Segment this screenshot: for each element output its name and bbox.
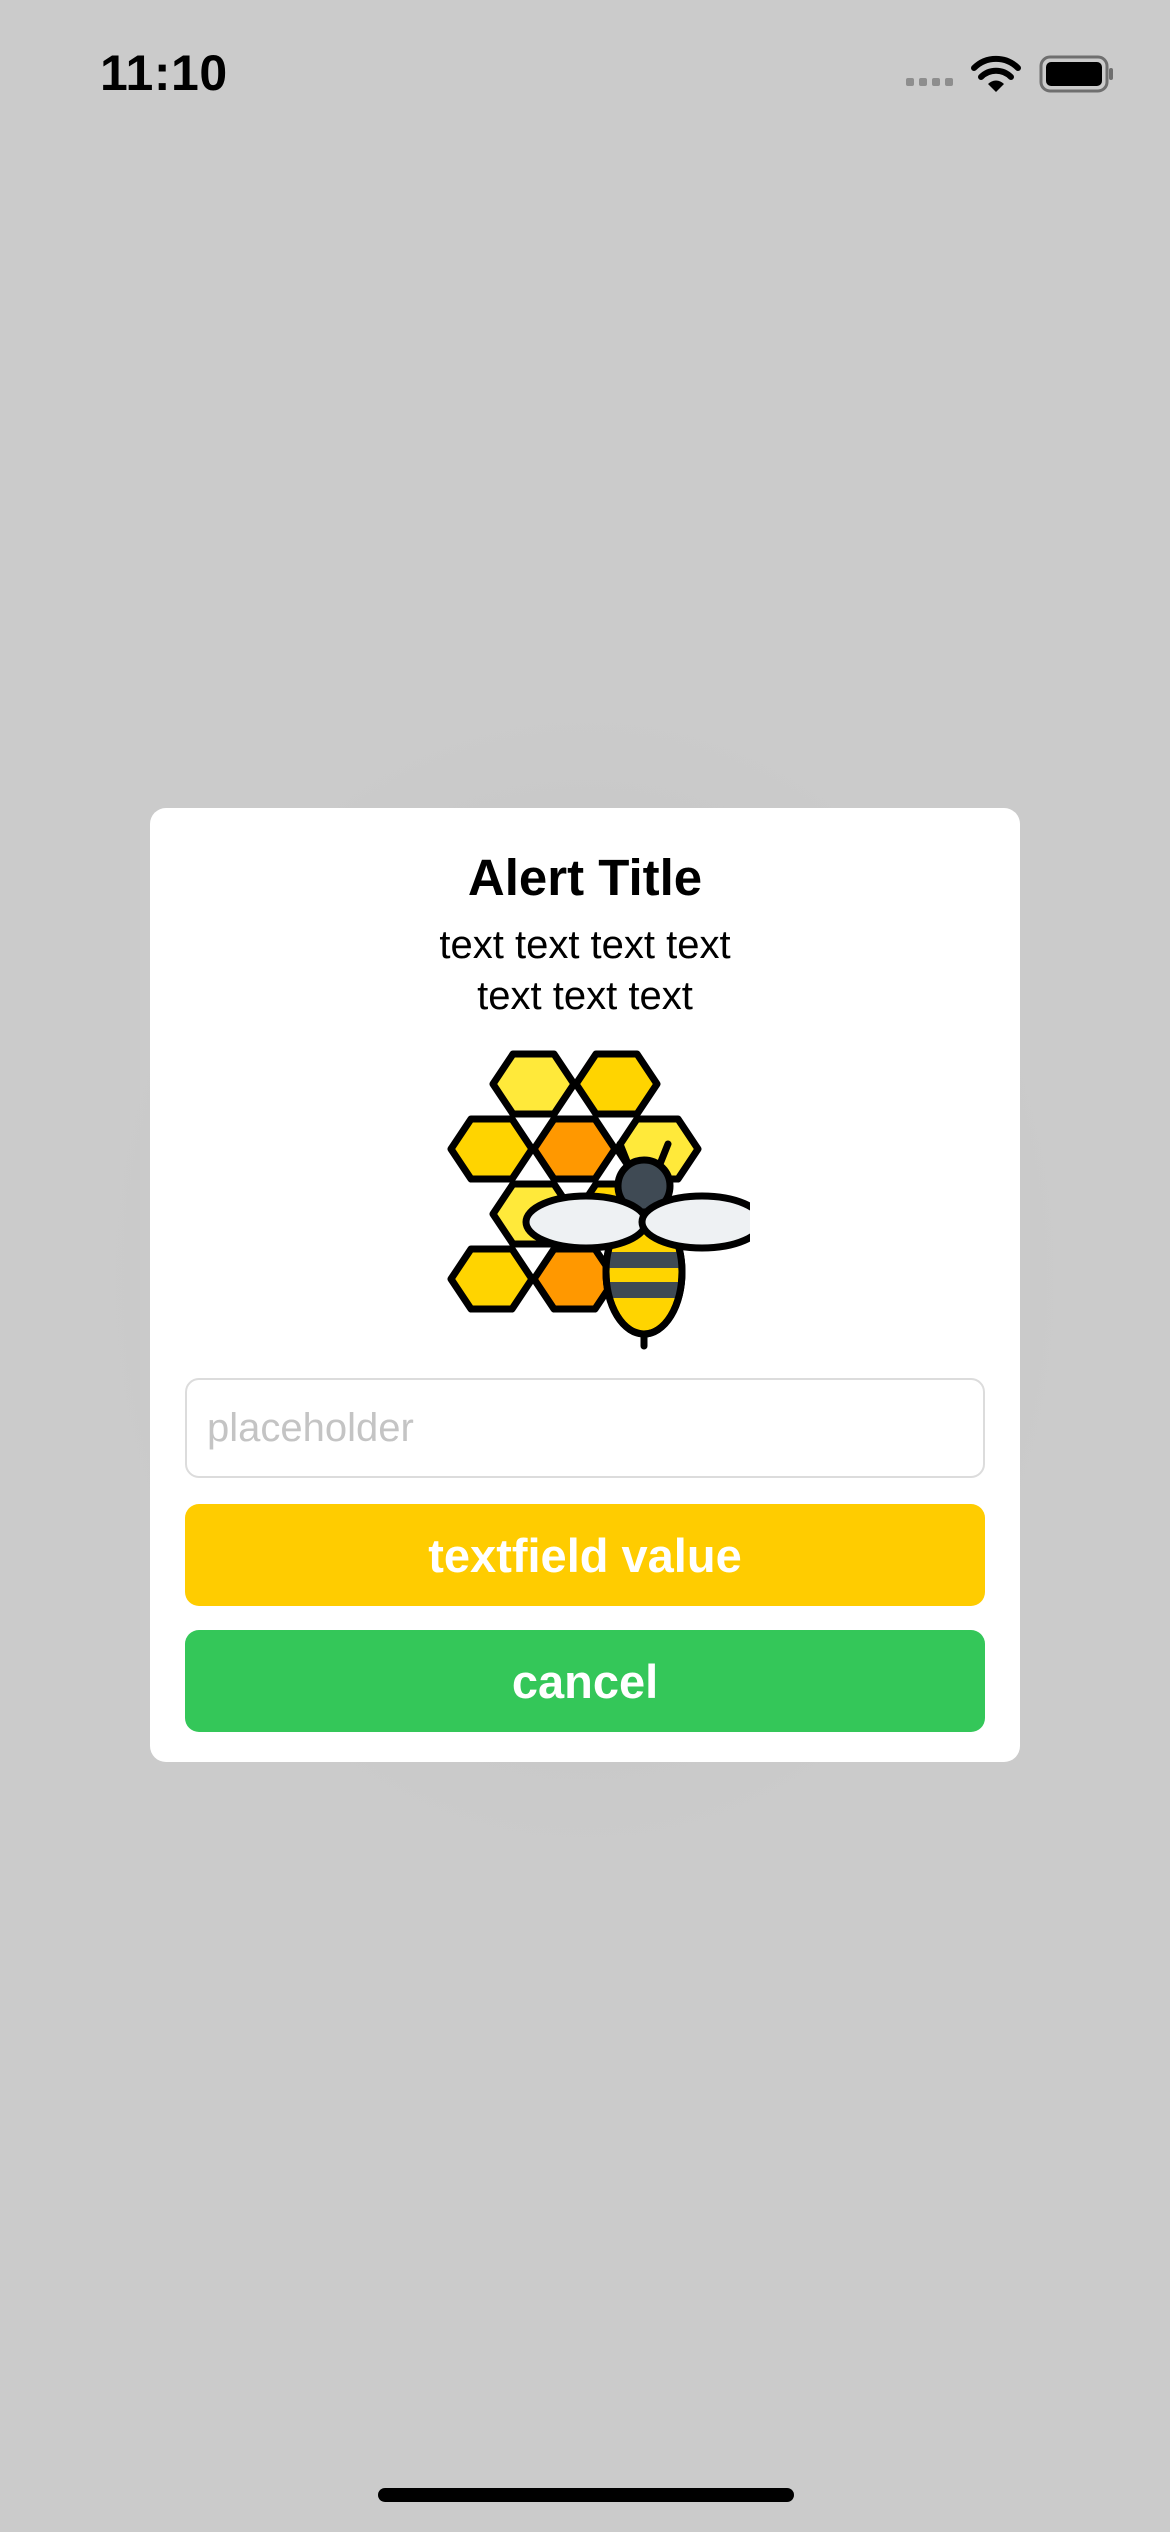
status-bar: 11:10 — [0, 0, 1170, 150]
alert-text-input[interactable] — [185, 1378, 985, 1478]
status-icons — [906, 50, 1115, 98]
cancel-button[interactable]: cancel — [185, 1630, 985, 1732]
alert-message: text text text text text text text — [150, 920, 1020, 1022]
home-indicator[interactable] — [378, 2488, 794, 2502]
alert-message-line: text text text text — [439, 923, 731, 967]
alert-message-line: text text text — [477, 974, 693, 1018]
cellular-signal-icon — [906, 62, 953, 86]
textfield-value-button[interactable]: textfield value — [185, 1504, 985, 1606]
status-time: 11:10 — [100, 45, 228, 101]
alert-dialog: Alert Title text text text text text tex… — [150, 808, 1020, 1762]
battery-icon — [1039, 55, 1113, 93]
alert-title: Alert Title — [467, 849, 703, 906]
wifi-icon — [971, 55, 1021, 92]
honeycomb-bee-icon — [447, 1050, 750, 1350]
